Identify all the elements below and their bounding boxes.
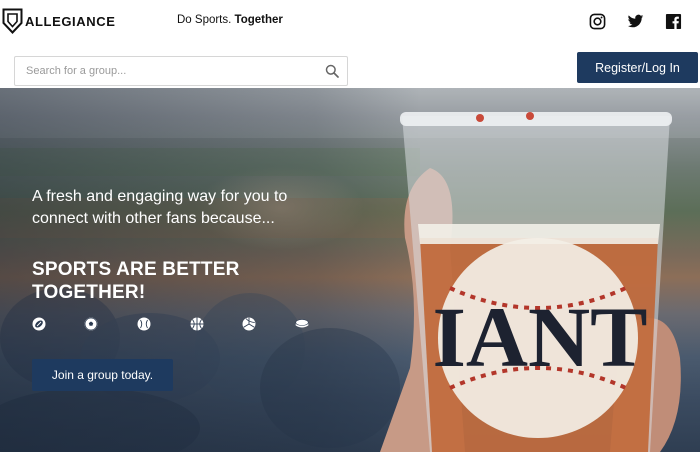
brand-name: ALLEGIANCE — [25, 13, 116, 29]
soccer-ball-icon — [84, 317, 98, 331]
search-icon[interactable] — [325, 64, 339, 78]
football-icon — [32, 317, 46, 331]
beer-cup-image: IANT — [380, 112, 681, 452]
cup-logo-text: IANT — [432, 289, 647, 385]
search-input[interactable] — [15, 57, 315, 85]
hockey-puck-icon — [295, 317, 309, 331]
facebook-icon — [665, 13, 681, 29]
search-box[interactable] — [14, 56, 348, 86]
join-group-button[interactable]: Join a group today. — [32, 359, 173, 391]
twitter-icon — [627, 14, 643, 27]
sports-icon-row — [32, 317, 322, 333]
instagram-icon — [589, 13, 605, 29]
twitter-link[interactable] — [626, 12, 644, 30]
hero-title: SPORTS ARE BETTER TOGETHER! — [32, 259, 240, 303]
tagline-bold: Together — [234, 14, 283, 26]
shield-logo-icon — [2, 8, 23, 34]
top-bar: ALLEGIANCE Do Sports. Together — [0, 0, 700, 44]
hero-lead-text: A fresh and engaging way for you to conn… — [32, 188, 288, 227]
brand-logo[interactable]: ALLEGIANCE — [2, 8, 116, 34]
baseball-icon — [137, 317, 151, 331]
basketball-icon — [190, 317, 204, 331]
tagline: Do Sports. Together — [177, 14, 283, 26]
register-login-button[interactable]: Register/Log In — [577, 52, 698, 83]
tagline-regular: Do Sports. — [177, 14, 235, 26]
volleyball-icon — [242, 317, 256, 331]
facebook-link[interactable] — [664, 12, 682, 30]
instagram-link[interactable] — [588, 12, 606, 30]
hero-banner: IANT A fresh and engaging way for you to… — [0, 88, 700, 452]
